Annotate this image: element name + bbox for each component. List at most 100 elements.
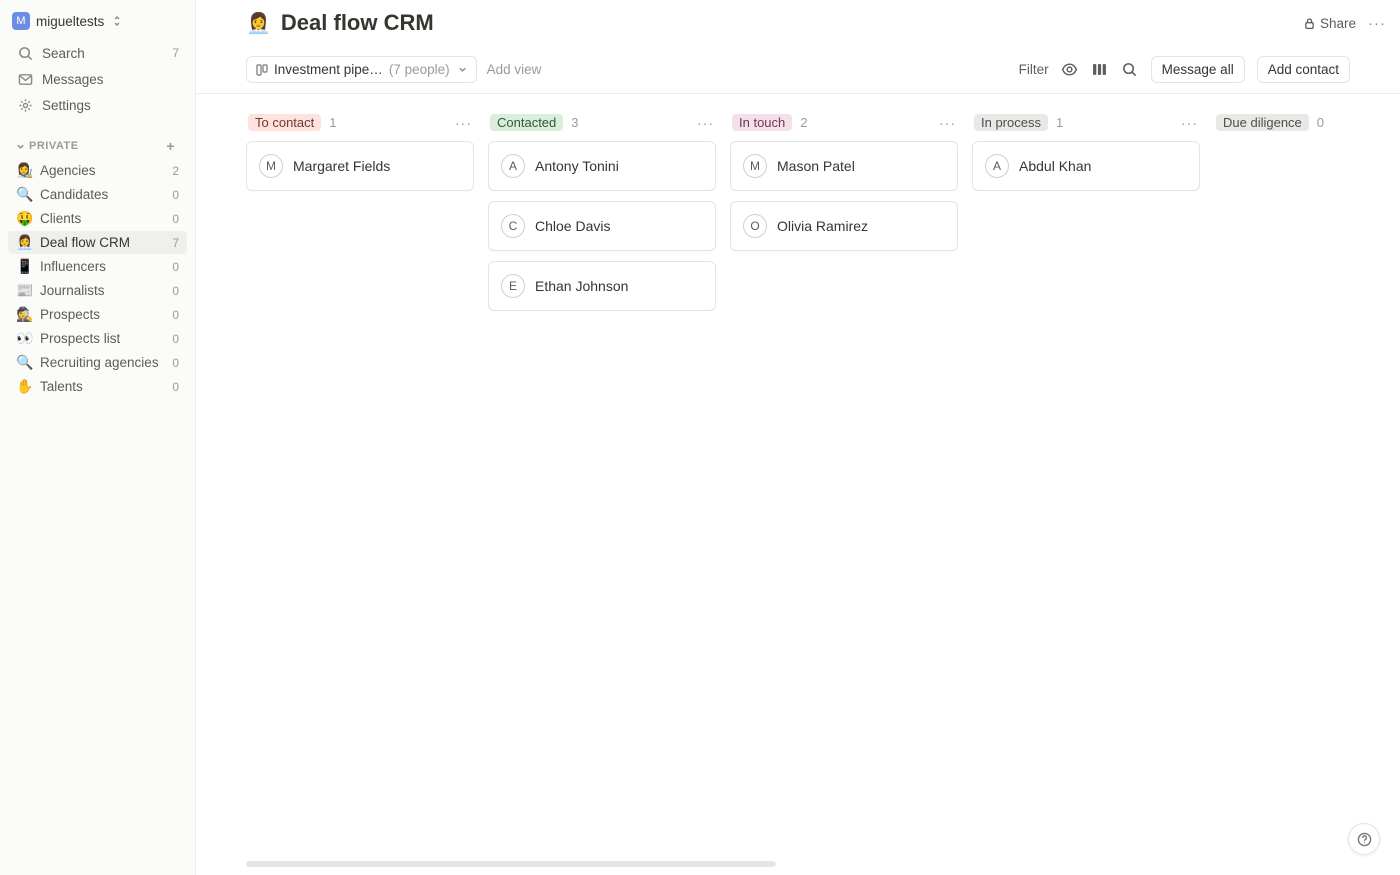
contact-card[interactable]: MMason Patel — [730, 141, 958, 191]
sidebar-page-item[interactable]: 🔍Recruiting agencies0 — [8, 351, 187, 374]
status-pill: To contact — [248, 114, 321, 131]
column-header[interactable]: To contact1··· — [246, 112, 474, 141]
share-button[interactable]: Share — [1303, 16, 1356, 31]
toolbar: Investment pipe… (7 people) Add view Fil… — [196, 40, 1400, 94]
page-count: 0 — [172, 188, 179, 202]
page-count: 0 — [172, 380, 179, 394]
column-more-button[interactable]: ··· — [939, 115, 956, 131]
page-count: 0 — [172, 332, 179, 346]
sidebar-page-item[interactable]: 👀 Prospects list 0 — [8, 327, 187, 350]
section-heading-private[interactable]: PRIVATE + — [4, 134, 191, 158]
add-contact-button[interactable]: Add contact — [1257, 56, 1350, 83]
column-more-button[interactable]: ··· — [455, 115, 472, 131]
sidebar-page-item[interactable]: 👩‍💼 Deal flow CRM 7 — [8, 231, 187, 254]
avatar: A — [501, 154, 525, 178]
contact-card[interactable]: CChloe Davis — [488, 201, 716, 251]
workspace-name: migueltests — [36, 14, 104, 29]
columns-icon[interactable] — [1091, 61, 1109, 79]
avatar: A — [985, 154, 1009, 178]
column-header[interactable]: In touch2··· — [730, 112, 958, 141]
sidebar-page-item[interactable]: 📱Influencers0 — [8, 255, 187, 278]
page-label: Prospects list — [40, 331, 120, 346]
sidebar-page-item[interactable]: 👩‍🎨Agencies2 — [8, 159, 187, 182]
sidebar-page-item[interactable]: 📰Journalists0 — [8, 279, 187, 302]
column-count: 0 — [1317, 115, 1324, 130]
chevron-updown-icon — [112, 15, 122, 27]
contact-card[interactable]: O Olivia Ramirez — [730, 201, 958, 251]
column-header[interactable]: In process 1 ··· — [972, 112, 1200, 141]
workspace-switcher[interactable]: M migueltests — [4, 8, 191, 34]
page-emoji: 📱 — [16, 258, 34, 275]
contact-name: Olivia Ramirez — [777, 218, 868, 234]
contact-name: Chloe Davis — [535, 218, 610, 234]
page-label: Talents — [40, 379, 83, 394]
gear-icon — [16, 96, 34, 114]
nav-search[interactable]: Search 7 — [8, 41, 187, 65]
avatar: O — [743, 214, 767, 238]
column-more-button[interactable]: ··· — [697, 115, 714, 131]
chevron-down-icon — [458, 65, 467, 74]
page-emoji: 🕵️ — [16, 306, 34, 323]
topbar-right: Share ··· — [1303, 15, 1386, 32]
nav-messages[interactable]: Messages — [8, 67, 187, 91]
avatar: E — [501, 274, 525, 298]
page-label: Recruiting agencies — [40, 355, 159, 370]
board[interactable]: To contact1···MMargaret FieldsContacted3… — [196, 94, 1400, 875]
avatar: M — [259, 154, 283, 178]
contact-card[interactable]: A Abdul Khan — [972, 141, 1200, 191]
contact-card[interactable]: MMargaret Fields — [246, 141, 474, 191]
column-header[interactable]: Contacted3··· — [488, 112, 716, 141]
page-label: Clients — [40, 211, 81, 226]
column-count: 3 — [571, 115, 578, 130]
mail-icon — [16, 70, 34, 88]
page-emoji: ✋ — [16, 378, 34, 395]
view-selector[interactable]: Investment pipe… (7 people) — [246, 56, 477, 83]
search-icon[interactable] — [1121, 61, 1139, 79]
page-count: 7 — [172, 236, 179, 250]
page-emoji: 👩‍💼 — [16, 234, 34, 251]
page-label: Deal flow CRM — [40, 235, 130, 250]
main: 👩‍💼 Deal flow CRM Share ··· Investment p… — [196, 0, 1400, 875]
sidebar-page-item[interactable]: 🕵️Prospects0 — [8, 303, 187, 326]
page-emoji: 🤑 — [16, 210, 34, 227]
sidebar-page-item[interactable]: ✋ Talents 0 — [8, 375, 187, 398]
lock-icon — [1303, 17, 1316, 30]
page-count: 0 — [172, 308, 179, 322]
status-pill: In process — [974, 114, 1048, 131]
contact-card[interactable]: AAntony Tonini — [488, 141, 716, 191]
column-count: 1 — [1056, 115, 1063, 130]
page-label: Agencies — [40, 163, 96, 178]
nav-label: Search — [42, 46, 85, 61]
view-label: Investment pipe… — [274, 62, 383, 77]
more-button[interactable]: ··· — [1368, 15, 1386, 32]
filter-button[interactable]: Filter — [1019, 62, 1049, 77]
horizontal-scrollbar[interactable] — [246, 861, 776, 867]
sidebar-page-item[interactable]: 🤑Clients0 — [8, 207, 187, 230]
visibility-icon[interactable] — [1061, 61, 1079, 79]
sidebar-page-item[interactable]: 🔍Candidates0 — [8, 183, 187, 206]
page-count: 0 — [172, 284, 179, 298]
nav-count: 7 — [172, 46, 179, 60]
sidebar: M migueltests Search 7 Messages Settings… — [0, 0, 196, 875]
workspace-avatar: M — [12, 12, 30, 30]
help-button[interactable] — [1348, 823, 1380, 855]
nav-settings[interactable]: Settings — [8, 93, 187, 117]
column-count: 2 — [800, 115, 807, 130]
contact-name: Abdul Khan — [1019, 158, 1091, 174]
add-view-button[interactable]: Add view — [487, 62, 542, 77]
message-all-button[interactable]: Message all — [1151, 56, 1245, 83]
page-title-emoji: 👩‍💼 — [246, 11, 271, 36]
page-emoji: 👀 — [16, 330, 34, 347]
board-column: Contacted3···AAntony ToniniCChloe DavisE… — [488, 112, 716, 321]
avatar: M — [743, 154, 767, 178]
column-more-button[interactable]: ··· — [1181, 115, 1198, 131]
column-header[interactable]: Due diligence0··· — [1214, 112, 1400, 141]
contact-card[interactable]: EEthan Johnson — [488, 261, 716, 311]
add-page-button[interactable]: + — [166, 138, 175, 154]
board-column: In process 1 ··· A Abdul Khan — [972, 112, 1200, 201]
page-count: 0 — [172, 356, 179, 370]
page-count: 2 — [172, 164, 179, 178]
page-label: Influencers — [40, 259, 106, 274]
nav-label: Settings — [42, 98, 91, 113]
share-label: Share — [1320, 16, 1356, 31]
